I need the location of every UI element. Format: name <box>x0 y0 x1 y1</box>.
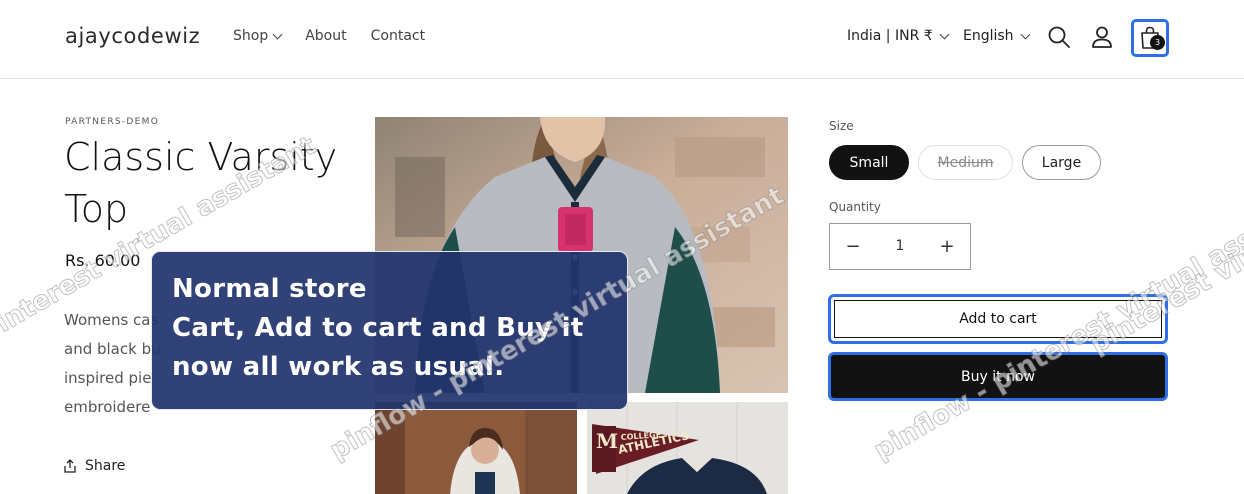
chevron-down-icon <box>1020 29 1031 39</box>
caption-line: now all work as usual. <box>172 352 505 382</box>
nav-contact-label: Contact <box>370 28 426 44</box>
site-header: ajaycodewiz Shop About Contact India | I… <box>0 0 1244 79</box>
country-selector[interactable]: India | INR ₹ <box>847 28 950 44</box>
caption-overlay: Normal store Cart, Add to cart and Buy i… <box>151 251 628 410</box>
product-title: Classic Varsity Top <box>64 135 338 231</box>
share-icon <box>64 459 76 473</box>
quantity-stepper: − 1 + <box>829 223 971 270</box>
size-option-label: Small <box>849 154 889 171</box>
caption-line: Normal store <box>172 274 367 304</box>
product-price: Rs. 60.00 <box>65 251 141 270</box>
main-nav: Shop About Contact <box>233 28 425 44</box>
language-selector[interactable]: English <box>963 28 1031 44</box>
account-icon[interactable] <box>1089 24 1115 50</box>
country-selector-label: India | INR ₹ <box>847 28 933 44</box>
pennant-letter: M <box>596 429 618 453</box>
caption-line: Cart, Add to cart and Buy it <box>172 313 584 343</box>
size-option-label: Large <box>1041 154 1082 171</box>
cart-button[interactable]: 3 <box>1131 19 1169 57</box>
chevron-down-icon <box>272 29 283 39</box>
add-to-cart-label: Add to cart <box>959 311 1037 327</box>
buy-now-button[interactable]: Buy it now <box>828 352 1168 401</box>
product-image-thumb-1[interactable] <box>375 402 577 494</box>
nav-about-label: About <box>305 28 347 44</box>
chevron-down-icon <box>939 29 950 39</box>
language-selector-label: English <box>963 28 1014 44</box>
pennant-jacket-photo: M COLLEGE ATHLETICS <box>587 402 788 494</box>
size-option-large[interactable]: Large <box>1022 145 1101 180</box>
size-option-small[interactable]: Small <box>829 145 909 180</box>
quantity-input[interactable]: 1 <box>876 224 924 269</box>
quantity-label: Quantity <box>829 200 881 214</box>
nav-about[interactable]: About <box>305 28 346 44</box>
street-photo <box>375 402 577 494</box>
store-logo[interactable]: ajaycodewiz <box>65 24 200 48</box>
size-label: Size <box>829 119 854 133</box>
nav-shop[interactable]: Shop <box>233 28 283 44</box>
share-label: Share <box>85 458 126 474</box>
product-image-thumb-2[interactable]: M COLLEGE ATHLETICS <box>587 402 788 494</box>
add-to-cart-button[interactable]: Add to cart <box>828 294 1168 344</box>
share-button[interactable]: Share <box>63 458 125 474</box>
quantity-increase-button[interactable]: + <box>924 224 970 269</box>
cart-count-badge: 3 <box>1150 35 1165 50</box>
nav-contact[interactable]: Contact <box>371 28 425 44</box>
size-option-medium[interactable]: Medium <box>918 145 1013 180</box>
quantity-decrease-button[interactable]: − <box>830 224 876 269</box>
size-option-label: Medium <box>937 154 994 171</box>
buy-now-label: Buy it now <box>961 368 1035 385</box>
search-icon[interactable] <box>1046 24 1072 50</box>
product-vendor: PARTNERS-DEMO <box>65 117 160 127</box>
nav-shop-label: Shop <box>233 28 269 44</box>
